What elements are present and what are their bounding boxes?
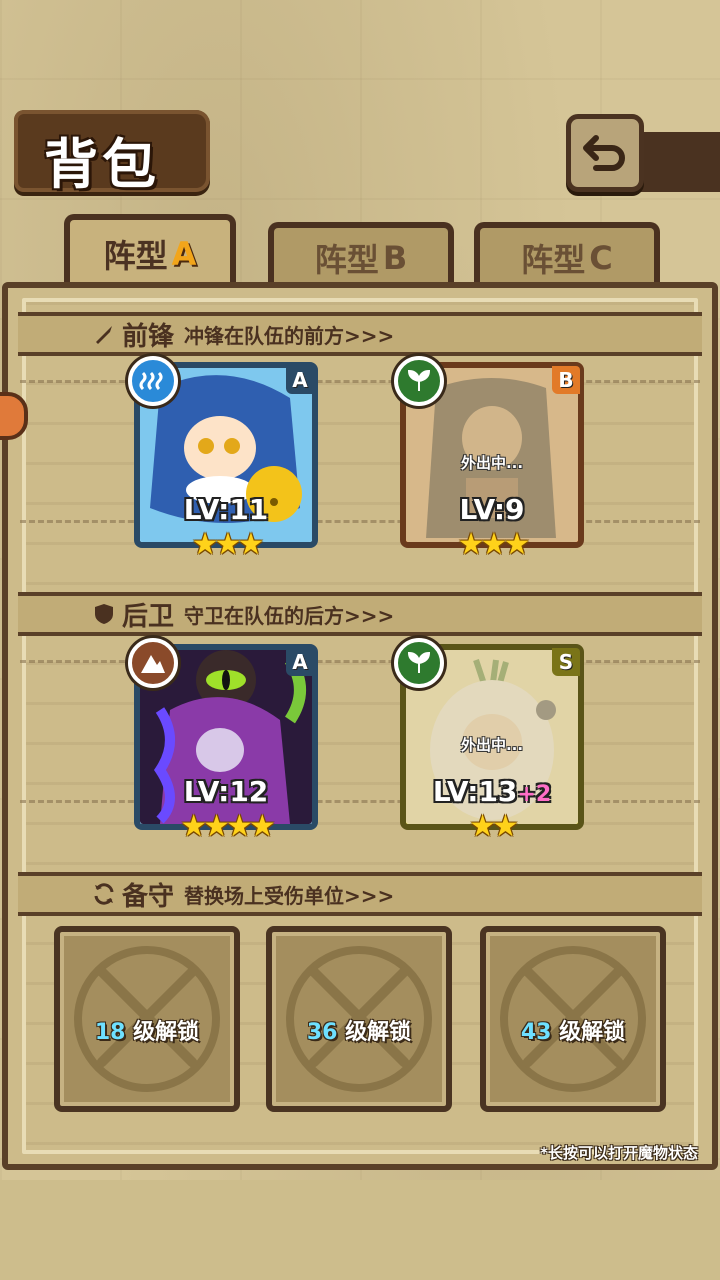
tab-label: 阵型 — [314, 241, 379, 279]
water-element-icon — [128, 356, 178, 406]
tab-label: 阵型 — [521, 241, 586, 279]
monster-card[interactable]: A LV:12 ★★★★ — [128, 638, 318, 842]
swap-icon — [94, 883, 114, 905]
divider — [20, 660, 700, 663]
tab-letter: C — [589, 239, 613, 277]
tab-formation-b[interactable]: 阵型 B — [268, 222, 454, 288]
bottom-strip — [0, 1180, 720, 1280]
rank-badge: S — [552, 648, 580, 676]
locked-slot[interactable]: 43 级解锁 — [480, 926, 666, 1112]
rank-badge: B — [552, 366, 580, 394]
monster-card[interactable]: S 外出中... LV:13+2 ★★ — [394, 638, 584, 842]
star-rating: ★★★★ — [180, 809, 276, 844]
long-press-hint: *长按可以打开魔物状态 — [540, 1144, 698, 1162]
back-arrow-icon — [583, 135, 625, 171]
locked-slot[interactable]: 18 级解锁 — [54, 926, 240, 1112]
tab-letter: A — [171, 235, 197, 273]
section-front: 前锋 冲锋在队伍的前方>>> — [18, 312, 702, 356]
status-away: 外出中... — [460, 454, 524, 472]
monster-level: LV:12 — [183, 775, 269, 808]
tab-formation-a[interactable]: 阵型 A — [64, 214, 236, 288]
back-button[interactable] — [566, 114, 644, 192]
locked-slot[interactable]: 36 级解锁 — [266, 926, 452, 1112]
rank-badge: A — [286, 366, 314, 394]
tab-letter: B — [382, 239, 408, 277]
sword-icon — [96, 326, 112, 344]
divider — [20, 520, 700, 523]
unlock-label: 18 级解锁 — [94, 1020, 200, 1045]
star-rating: ★★★ — [457, 527, 531, 562]
section-reserve: 备守 替换场上受伤单位>>> — [18, 872, 702, 916]
monster-card[interactable]: B 外出中... LV:9 ★★★ — [394, 356, 584, 560]
unlock-label: 43 级解锁 — [520, 1020, 626, 1045]
star-rating: ★★ — [469, 809, 519, 844]
page-title: 背包 — [44, 133, 160, 196]
leaf-element-icon — [394, 356, 444, 406]
section-rear: 后卫 守卫在队伍的后方>>> — [18, 592, 702, 636]
star-rating: ★★★ — [191, 527, 265, 562]
monster-level: LV:11 — [183, 493, 269, 526]
divider — [20, 380, 700, 383]
monster-card[interactable]: A LV:11 ★★★ — [128, 356, 318, 560]
status-away: 外出中... — [460, 736, 524, 754]
section-desc: 守卫在队伍的后方>>> — [184, 603, 395, 628]
leaf-element-icon — [394, 638, 444, 688]
monster-level: LV:9 — [459, 493, 525, 526]
divider — [20, 800, 700, 803]
level-bonus: +2 — [517, 782, 552, 807]
mountain-element-icon — [128, 638, 178, 688]
monster-level: LV:13+2 — [432, 775, 552, 808]
section-desc: 冲锋在队伍的前方>>> — [184, 323, 395, 348]
section-name: 后卫 — [122, 601, 175, 632]
tab-formation-c[interactable]: 阵型 C — [474, 222, 660, 288]
page-title-plate: 背包 — [14, 110, 210, 196]
rank-badge: A — [286, 648, 314, 676]
tab-label: 阵型 — [103, 237, 168, 275]
shield-icon — [95, 604, 113, 624]
unlock-label: 36 级解锁 — [306, 1020, 412, 1045]
section-name: 前锋 — [122, 321, 175, 352]
section-desc: 替换场上受伤单位>>> — [184, 883, 395, 908]
section-name: 备守 — [122, 881, 175, 912]
